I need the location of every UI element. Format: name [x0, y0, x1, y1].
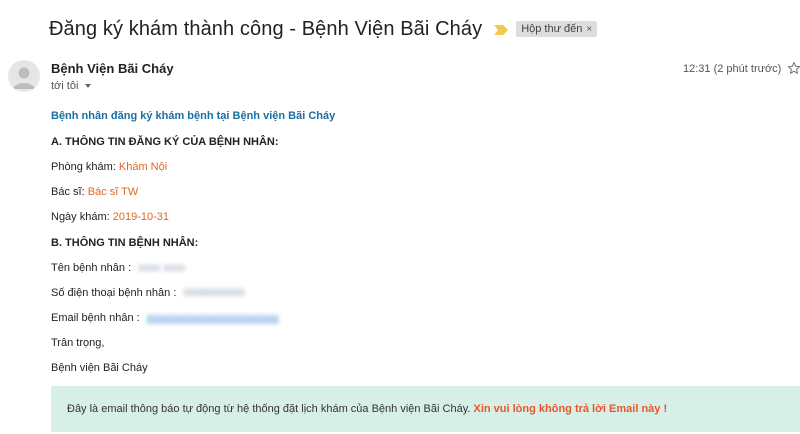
intro-text: Bệnh nhân đăng ký khám bệnh tại Bệnh việ…: [51, 110, 336, 122]
auto-notice-text: Đây là email thông báo tự động từ hệ thố…: [67, 403, 471, 415]
patient-email-line: Email bệnh nhân : xxxxxxxxxxxxxxxxxxxxxx…: [51, 312, 279, 324]
clinic-value: Khám Nội: [118, 161, 168, 173]
clinic-line: Phòng khám: Khám Nội: [51, 161, 167, 173]
subject-row: Đăng ký khám thành công - Bệnh Viện Bãi …: [49, 16, 780, 42]
signature-text: Bệnh viện Bãi Cháy: [51, 362, 148, 374]
patient-phone-label: Số điện thoại bệnh nhân :: [51, 287, 177, 299]
patient-name-label: Tên bệnh nhân :: [51, 262, 132, 274]
auto-notice-box: Đây là email thông báo tự động từ hệ thố…: [51, 386, 800, 432]
doctor-value: Bác sĩ TW: [87, 186, 139, 198]
date-label: Ngày khám:: [51, 211, 110, 223]
auto-notice-line: Đây là email thông báo tự động từ hệ thố…: [67, 403, 667, 415]
email-subject: Đăng ký khám thành công - Bệnh Viện Bãi …: [49, 17, 483, 40]
clinic-label: Phòng khám:: [51, 161, 116, 173]
importance-marker-icon[interactable]: [494, 25, 509, 35]
patient-name-redacted: xxxx xxxx: [138, 262, 186, 274]
closing-text: Trân trọng,: [51, 337, 105, 349]
caret-down-icon[interactable]: [85, 84, 92, 88]
remove-label-icon[interactable]: ×: [586, 24, 592, 35]
recipient-text: tới tôi: [51, 80, 79, 92]
patient-email-redacted[interactable]: xxxxxxxxxxxxxxxxxxxxxxxx: [147, 312, 279, 324]
section-a-title: A. THÔNG TIN ĐĂNG KÝ CỦA BỆNH NHÂN:: [51, 136, 279, 148]
patient-email-label: Email bệnh nhân :: [51, 312, 140, 324]
patient-phone-line: Số điện thoại bệnh nhân : 0000000000: [51, 287, 245, 299]
patient-name-line: Tên bệnh nhân : xxxx xxxx: [51, 262, 185, 274]
doctor-label: Bác sĩ:: [51, 186, 85, 198]
no-reply-warning: Xin vui lòng không trả lời Email này !: [473, 403, 668, 415]
default-avatar-icon[interactable]: [8, 60, 40, 92]
date-value: 2019-10-31: [112, 211, 170, 223]
date-line: Ngày khám: 2019-10-31: [51, 211, 169, 223]
email-timestamp: 12:31 (2 phút trước): [683, 63, 782, 75]
inbox-label-text: Hộp thư đến: [521, 23, 583, 35]
doctor-line: Bác sĩ: Bác sĩ TW: [51, 186, 138, 198]
sender-name[interactable]: Bệnh Viện Bãi Cháy: [51, 61, 174, 76]
inbox-label-chip[interactable]: Hộp thư đến ×: [516, 21, 598, 37]
star-icon[interactable]: [787, 61, 800, 75]
section-b-title: B. THÔNG TIN BỆNH NHÂN:: [51, 237, 199, 249]
recipient-line: tới tôi: [51, 80, 92, 92]
patient-phone-redacted: 0000000000: [183, 287, 245, 299]
